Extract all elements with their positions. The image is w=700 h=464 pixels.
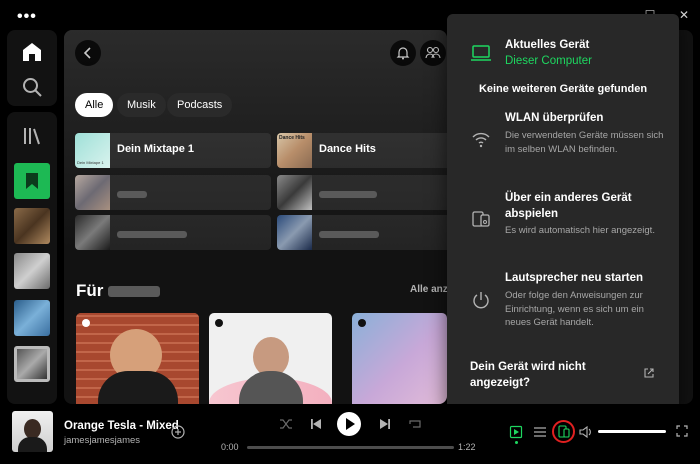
wifi-icon xyxy=(472,132,490,148)
play-icon xyxy=(346,418,355,430)
tip-body: Oder folge den Anweisungen zur Einrichtu… xyxy=(505,290,644,328)
chevron-left-icon xyxy=(83,47,91,59)
progress-bar[interactable] xyxy=(247,446,454,449)
notifications-button[interactable] xyxy=(390,40,416,66)
time-elapsed: 0:00 xyxy=(221,442,239,452)
previous-icon[interactable] xyxy=(309,417,323,431)
tile-art: Dein Mixtape 1 xyxy=(75,133,110,168)
card-portrait-body xyxy=(239,371,303,404)
show-all-link[interactable]: Alle anz xyxy=(410,284,447,295)
filter-chip-music[interactable]: Musik xyxy=(117,93,166,117)
spotify-logo-icon xyxy=(215,319,223,327)
volume-slider[interactable] xyxy=(598,430,666,433)
more-horizontal-icon[interactable]: ••• xyxy=(17,8,37,26)
external-link-icon[interactable] xyxy=(643,367,655,379)
sidebar-nav xyxy=(7,30,57,106)
users-icon xyxy=(425,46,441,59)
tile-label-blurred xyxy=(117,189,147,201)
shortcut-tile[interactable] xyxy=(277,215,447,250)
laptop-icon xyxy=(471,45,491,61)
playlist-card[interactable] xyxy=(76,313,199,404)
cover-portrait-body xyxy=(18,437,47,452)
tile-art xyxy=(75,215,110,250)
library-icon[interactable] xyxy=(20,124,44,148)
tile-label: Dance Hits xyxy=(319,143,376,155)
power-icon xyxy=(473,292,489,309)
volume-icon[interactable] xyxy=(579,425,593,439)
now-playing-cover[interactable] xyxy=(12,411,53,452)
library-item[interactable] xyxy=(14,346,50,382)
playlist-card[interactable] xyxy=(209,313,332,404)
library-item[interactable] xyxy=(14,253,50,289)
library-item[interactable] xyxy=(14,208,50,244)
current-device-name: Dieser Computer xyxy=(505,55,592,67)
current-device-title: Aktuelles Gerät xyxy=(505,39,590,51)
shortcut-tile[interactable]: Dance Hits Dance Hits xyxy=(277,133,447,168)
friend-activity-button[interactable] xyxy=(420,40,446,66)
time-total: 1:22 xyxy=(458,442,476,452)
spotify-logo-icon xyxy=(82,319,90,327)
shortcut-tile[interactable]: Dein Mixtape 1 Dein Mixtape 1 xyxy=(75,133,271,168)
shortcut-tile[interactable] xyxy=(277,175,447,210)
tile-label-blurred xyxy=(117,229,187,241)
bell-icon xyxy=(396,47,410,60)
shortcut-tile[interactable] xyxy=(75,175,271,210)
queue-icon[interactable] xyxy=(533,425,547,439)
fullscreen-icon[interactable] xyxy=(676,425,688,437)
tile-art-label: Dein Mixtape 1 xyxy=(77,160,104,165)
back-button[interactable] xyxy=(75,40,101,66)
home-icon[interactable] xyxy=(20,40,44,64)
main-view: Alle Musik Podcasts Dein Mixtape 1 Dein … xyxy=(64,30,447,404)
filter-chip-podcasts[interactable]: Podcasts xyxy=(167,93,233,117)
no-devices-message: Keine weiteren Geräte gefunden xyxy=(478,83,648,95)
now-playing-view-icon[interactable] xyxy=(509,425,523,439)
repeat-icon[interactable] xyxy=(408,417,422,431)
spotify-logo-icon xyxy=(358,319,366,327)
cover-portrait xyxy=(24,419,41,439)
tip-title: Lautsprecher neu starten xyxy=(505,272,644,284)
next-icon[interactable] xyxy=(378,417,392,431)
section-title: Für xyxy=(76,281,161,301)
search-icon[interactable] xyxy=(20,75,44,99)
device-connect-icon xyxy=(558,425,570,438)
tile-label-blurred xyxy=(319,189,377,201)
track-artist[interactable]: jamesjamesjames xyxy=(64,435,140,446)
player-bar: Orange Tesla - Mixed jamesjamesjames 0:0… xyxy=(0,404,700,464)
track-title[interactable]: Orange Tesla - Mixed xyxy=(64,420,179,432)
tip-body: Die verwendeten Geräte müssen sich im se… xyxy=(505,130,664,155)
connect-device-button[interactable] xyxy=(552,420,575,443)
play-button[interactable] xyxy=(337,412,361,436)
library-item[interactable] xyxy=(14,300,50,336)
add-to-library-icon[interactable] xyxy=(171,425,185,439)
tip-title: Über ein anderes Gerät abspielen xyxy=(505,192,632,220)
tile-art: Dance Hits xyxy=(277,133,312,168)
tile-label-blurred xyxy=(319,229,379,241)
connect-device-popup: Aktuelles Gerät Dieser Computer Keine we… xyxy=(447,14,679,411)
tip-title: WLAN überprüfen xyxy=(505,112,604,124)
playlist-card[interactable] xyxy=(352,313,447,404)
sidebar-library xyxy=(7,112,57,404)
liked-songs-item[interactable] xyxy=(14,163,50,199)
tile-art xyxy=(75,175,110,210)
shuffle-icon[interactable] xyxy=(279,417,293,431)
device-connect-icon xyxy=(472,211,490,227)
tile-art xyxy=(277,215,312,250)
filter-chip-all[interactable]: Alle xyxy=(75,93,114,117)
tile-art-label: Dance Hits xyxy=(279,135,305,141)
tip-body: Es wird automatisch hier angezeigt. xyxy=(505,225,655,236)
shortcut-tile[interactable] xyxy=(75,215,271,250)
device-not-shown-link[interactable]: Dein Gerät wird nicht angezeigt? xyxy=(470,359,620,391)
bookmark-icon xyxy=(26,173,38,189)
active-indicator xyxy=(515,441,518,444)
tile-art xyxy=(277,175,312,210)
tile-label: Dein Mixtape 1 xyxy=(117,143,195,155)
